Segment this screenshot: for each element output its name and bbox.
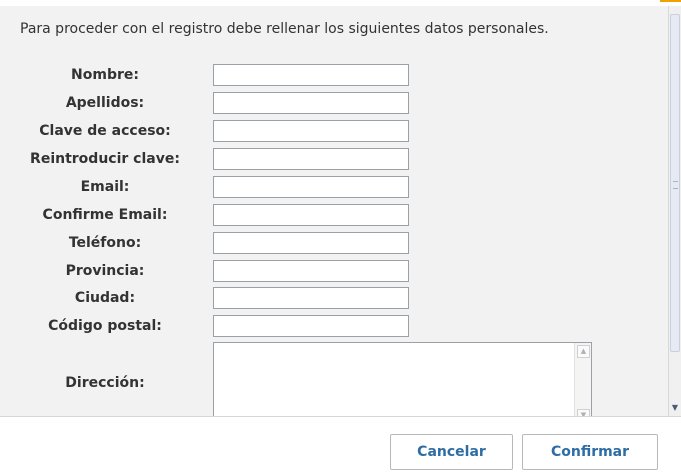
apellidos-field[interactable] (213, 92, 409, 114)
confirme-email-field[interactable] (213, 204, 409, 226)
direccion-textarea[interactable] (214, 343, 576, 416)
cancel-button[interactable]: Cancelar (390, 434, 513, 470)
ciudad-label: Ciudad: (74, 290, 136, 306)
clave-field[interactable] (213, 120, 409, 142)
provincia-label: Provincia: (65, 263, 145, 279)
chevron-down-icon[interactable]: ▼ (669, 402, 681, 414)
reintroducir-clave-field[interactable] (213, 148, 409, 170)
scrollbar-thumb[interactable] (670, 14, 680, 352)
clave-label: Clave de acceso: (39, 123, 171, 139)
nombre-label: Nombre: (71, 67, 139, 83)
codigo-postal-label: Código postal: (48, 318, 162, 334)
intro-text: Para proceder con el registro debe relle… (20, 21, 549, 37)
codigo-postal-field[interactable] (213, 315, 409, 337)
telefono-label: Teléfono: (68, 235, 142, 251)
ciudad-field[interactable] (213, 287, 409, 309)
email-label: Email: (80, 179, 130, 195)
registration-dialog: Para proceder con el registro debe relle… (0, 0, 681, 476)
direccion-scrollbar[interactable]: ▲ ▼ (574, 343, 591, 416)
confirme-email-label: Confirme Email: (42, 207, 168, 223)
reintroducir-clave-label: Reintroducir clave: (30, 151, 180, 167)
confirm-button[interactable]: Confirmar (522, 434, 658, 470)
scroll-down-icon[interactable]: ▼ (577, 409, 590, 416)
direccion-label: Dirección: (65, 375, 145, 391)
form-panel: Para proceder con el registro debe relle… (0, 6, 668, 416)
telefono-field[interactable] (213, 232, 409, 254)
grip-icon (673, 181, 678, 189)
dialog-scrollbar[interactable]: ▼ (668, 6, 681, 416)
direccion-textarea-box: ▲ ▼ (213, 342, 592, 416)
scroll-up-icon[interactable]: ▲ (577, 345, 590, 358)
nombre-field[interactable] (213, 64, 409, 86)
button-bar: Cancelar Confirmar (0, 416, 681, 476)
email-field[interactable] (213, 176, 409, 198)
apellidos-label: Apellidos: (65, 95, 145, 111)
provincia-field[interactable] (213, 260, 409, 282)
